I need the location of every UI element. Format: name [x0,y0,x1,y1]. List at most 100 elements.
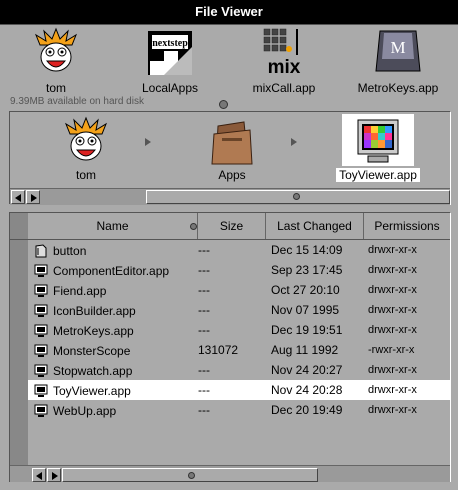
file-size: --- [198,383,210,397]
browser-scroll-thumb[interactable] [146,190,450,204]
scroll-right-button[interactable] [47,468,61,482]
app-icon [34,344,48,357]
file-permissions: -rwxr-xr-x [368,344,415,356]
path-browser: tom Apps ToyViewer.app [9,111,451,205]
shelf-item-label: tom [45,81,66,95]
file-name: MonsterScope [53,343,131,358]
file-permissions: drwxr-xr-x [368,244,417,256]
file-name-cell: ComponentEditor.app [34,260,204,280]
file-last-changed: Oct 27 20:10 [271,283,340,297]
shelf-item-label: MetroKeys.app [357,81,439,95]
shelf-item-tom[interactable]: tom [6,25,106,99]
shelf-item-label: LocalApps [141,81,199,95]
header-spacer [10,213,28,239]
shelf-item-metrokeys[interactable]: M MetroKeys.app [348,25,448,99]
list-header: Name Size Last Changed Permissions [10,213,450,240]
path-item-apps[interactable]: Apps [182,114,282,184]
folder-icon [211,121,253,165]
file-last-changed: Nov 24 20:27 [271,363,343,377]
file-name: Fiend.app [53,283,107,298]
file-size: --- [198,263,210,277]
scroll-left-button[interactable] [32,468,46,482]
app-icon [34,324,48,337]
column-header-name[interactable]: Name [28,213,198,239]
shelf: tom nextstep LocalApps mix mixCall.app M… [0,25,458,107]
shelf-resize-knob[interactable] [219,100,228,109]
shelf-item-mixcall[interactable]: mix mixCall.app [234,25,334,99]
browser-hscrollbar[interactable] [10,188,450,205]
file-size: --- [198,283,210,297]
file-name-cell: MonsterScope [34,340,204,360]
file-permissions: drwxr-xr-x [368,364,417,376]
table-row[interactable]: MetroKeys.app --- Dec 19 19:51 drwxr-xr-x [28,320,450,340]
list-scroll-thumb[interactable] [62,468,318,482]
file-name: Stopwatch.app [53,363,133,378]
app-icon [34,264,48,277]
nextstep-folder-icon: nextstep [148,31,192,75]
file-name: IconBuilder.app [53,303,136,318]
app-icon [34,304,48,317]
file-name: WebUp.app [53,403,117,418]
table-row[interactable]: MonsterScope 131072 Aug 11 1992 -rwxr-xr-x [28,340,450,360]
path-item-label: tom [75,168,96,182]
table-row[interactable]: IconBuilder.app --- Nov 07 1995 drwxr-xr-x [28,300,450,320]
file-permissions: drwxr-xr-x [368,284,417,296]
path-item-label: ToyViewer.app [328,168,428,182]
monitor-app-icon [357,119,399,163]
arrow-left-icon [15,194,21,202]
arrow-right-icon [31,194,37,202]
file-permissions: drwxr-xr-x [368,264,417,276]
file-name-cell: WebUp.app [34,400,204,420]
table-row[interactable]: WebUp.app --- Dec 20 19:49 drwxr-xr-x [28,400,450,420]
m-key-icon: M [375,30,421,72]
file-name: ComponentEditor.app [53,263,170,278]
file-permissions: drwxr-xr-x [368,404,417,416]
file-permissions: drwxr-xr-x [368,324,417,336]
path-item-label: Apps [218,168,246,182]
scroll-left-button[interactable] [11,190,25,204]
file-last-changed: Nov 24 20:28 [271,383,343,397]
path-arrow-icon [291,138,297,146]
file-permissions: drwxr-xr-x [368,304,417,316]
table-row[interactable]: Stopwatch.app --- Nov 24 20:27 drwxr-xr-x [28,360,450,380]
table-row[interactable]: button --- Dec 15 14:09 drwxr-xr-x [28,240,450,260]
table-row[interactable]: Fiend.app --- Oct 27 20:10 drwxr-xr-x [28,280,450,300]
column-header-last-changed[interactable]: Last Changed [266,213,364,239]
window-title: File Viewer [195,4,263,19]
shelf-item-localapps[interactable]: nextstep LocalApps [120,25,220,99]
column-header-size[interactable]: Size [198,213,266,239]
file-last-changed: Dec 15 14:09 [271,243,343,257]
file-size: --- [198,243,210,257]
file-name: ToyViewer.app [53,383,131,398]
thumb-dimple [293,193,300,200]
column-resize-knob[interactable] [190,223,197,230]
file-name-cell: button [34,240,204,260]
file-name-cell: Stopwatch.app [34,360,204,380]
mix-app-icon: mix [263,28,301,77]
svg-text:nextstep: nextstep [152,38,188,49]
svg-text:M: M [390,38,405,57]
window-bottom-edge [0,482,458,490]
file-size: --- [198,403,210,417]
file-list-panel: Name Size Last Changed Permissions butto… [9,212,451,484]
file-last-changed: Aug 11 1992 [271,343,339,357]
disk-free-text: 9.39MB available on hard disk [10,96,144,107]
list-gutter [10,240,28,465]
app-icon [34,284,48,297]
file-permissions: drwxr-xr-x [368,384,417,396]
path-item-tom[interactable]: tom [36,114,136,184]
arrow-left-icon [36,472,42,480]
file-name: MetroKeys.app [53,323,134,338]
file-last-changed: Nov 07 1995 [271,303,340,317]
column-header-permissions[interactable]: Permissions [364,213,450,239]
table-row[interactable]: ComponentEditor.app --- Sep 23 17:45 drwxr-… [28,260,450,280]
file-name: button [53,243,87,258]
folder-doc-icon [35,244,47,258]
file-last-changed: Dec 20 19:49 [271,403,343,417]
table-row[interactable]: ToyViewer.app --- Nov 24 20:28 drwxr-xr-x [28,380,450,400]
scroll-right-button[interactable] [26,190,40,204]
path-item-toyviewer[interactable]: ToyViewer.app [328,114,428,184]
file-size: 131072 [198,343,239,357]
file-name-cell: ToyViewer.app [34,380,204,400]
app-icon [34,404,48,417]
